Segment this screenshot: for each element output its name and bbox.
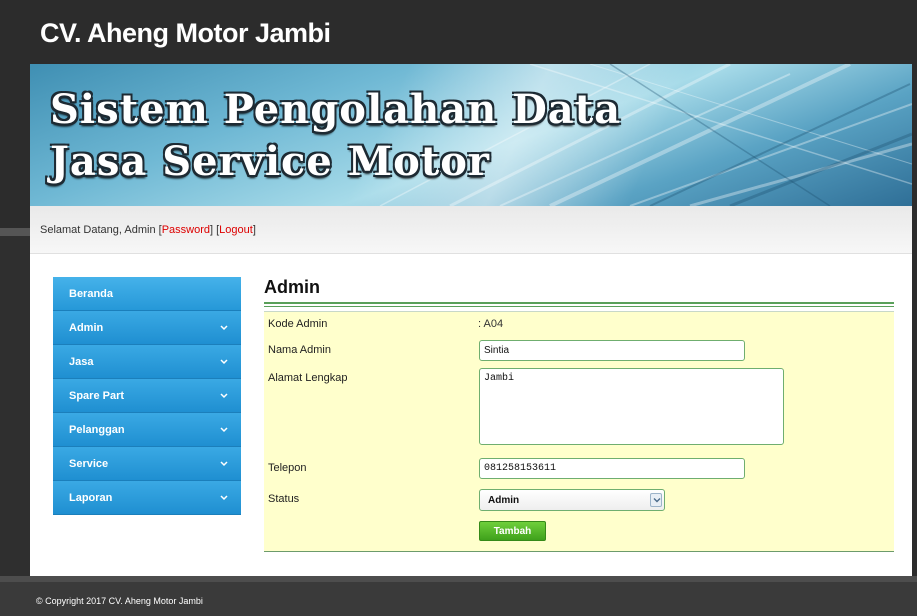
chevron-down-icon <box>220 359 228 365</box>
kode-admin-label: Kode Admin <box>268 318 328 330</box>
alamat-textarea[interactable]: Jambi <box>479 368 784 445</box>
sidebar-item-beranda[interactable]: Beranda <box>53 277 241 311</box>
sidebar-item-label: Admin <box>69 322 104 334</box>
telepon-input[interactable]: 081258153611 <box>479 458 745 479</box>
banner-title-line1: Sistem Pengolahan Data <box>50 86 622 133</box>
kode-admin-value: : A04 <box>478 318 504 330</box>
bracket-close: ] <box>252 224 256 236</box>
password-link[interactable]: Password <box>162 224 210 236</box>
chevron-down-icon <box>220 461 228 467</box>
sidebar-item-jasa[interactable]: Jasa <box>53 345 241 379</box>
welcome-bar: Selamat Datang, Admin [Password] [Logout… <box>30 206 912 254</box>
sidebar-item-label: Laporan <box>69 492 113 504</box>
sidebar-item-service[interactable]: Service <box>53 447 241 481</box>
sidebar-menu: Beranda Admin Jasa Spare Part Pelanggan … <box>53 277 241 515</box>
copyright-text: © Copyright 2017 CV. Aheng Motor Jambi <box>36 596 203 606</box>
banner-title-line2: Jasa Service Motor <box>50 138 490 185</box>
chevron-down-icon <box>220 393 228 399</box>
welcome-text: Selamat Datang, Admin <box>40 224 159 236</box>
chevron-down-icon <box>220 427 228 433</box>
main-content: Admin Kode Admin : A04 Nama Admin Sintia… <box>264 277 894 552</box>
site-title: CV. Aheng Motor Jambi <box>30 0 912 64</box>
nama-admin-input[interactable]: Sintia <box>479 340 745 361</box>
right-edge <box>912 0 917 576</box>
footer: © Copyright 2017 CV. Aheng Motor Jambi <box>0 576 917 616</box>
sidebar-item-label: Pelanggan <box>69 424 125 436</box>
status-select[interactable]: Admin <box>479 489 665 511</box>
sidebar-item-admin[interactable]: Admin <box>53 311 241 345</box>
sidebar-item-label: Jasa <box>69 356 94 368</box>
logout-link[interactable]: Logout <box>219 224 253 236</box>
title-divider <box>264 302 894 307</box>
nama-admin-label: Nama Admin <box>268 344 331 356</box>
status-label: Status <box>268 493 300 505</box>
select-arrow-icon <box>650 493 662 507</box>
chevron-down-icon <box>220 495 228 501</box>
tambah-button[interactable]: Tambah <box>479 521 546 541</box>
sidebar-item-label: Spare Part <box>69 390 125 402</box>
page-title: Admin <box>264 277 320 297</box>
sidebar-item-pelanggan[interactable]: Pelanggan <box>53 413 241 447</box>
telepon-label: Telepon <box>268 462 307 474</box>
page-container: CV. Aheng Motor Jambi Sistem Pengolahan … <box>30 0 912 576</box>
sidebar-item-label: Beranda <box>69 288 114 300</box>
alamat-label: Alamat Lengkap <box>268 372 348 384</box>
header-banner: Sistem Pengolahan Data Jasa Service Moto… <box>30 64 912 206</box>
sidebar-item-spare-part[interactable]: Spare Part <box>53 379 241 413</box>
status-selected-value: Admin <box>488 495 520 506</box>
sidebar-item-laporan[interactable]: Laporan <box>53 481 241 515</box>
sidebar-item-label: Service <box>69 458 109 470</box>
chevron-down-icon <box>220 325 228 331</box>
admin-form: Kode Admin : A04 Nama Admin Sintia Alama… <box>264 311 894 552</box>
